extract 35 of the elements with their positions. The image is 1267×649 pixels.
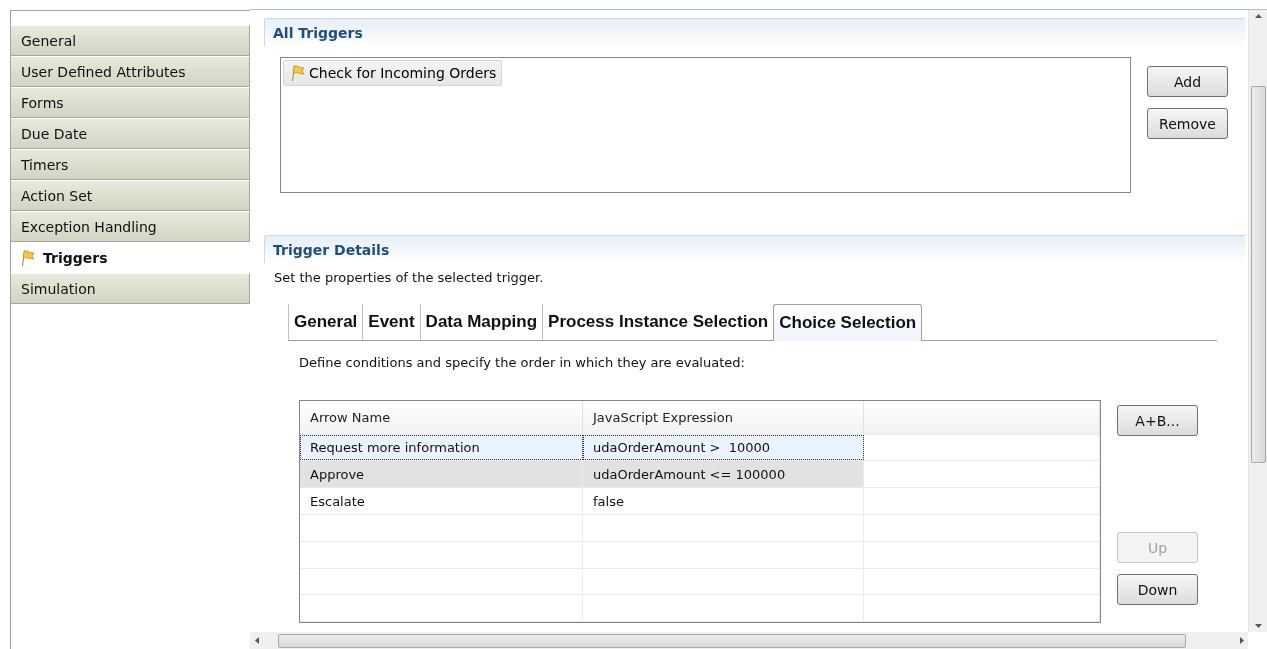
table-cell: udaOrderAmount <= 100000 <box>583 461 864 488</box>
scroll-left-icon[interactable] <box>252 636 262 645</box>
section-header: All Triggers <box>264 18 1245 46</box>
trigger-list-item[interactable]: Check for Incoming Orders <box>283 60 503 86</box>
table-cell: Request more information <box>300 434 583 461</box>
horizontal-scrollbar[interactable] <box>250 632 1248 649</box>
sidebar-item[interactable]: Action Set <box>11 180 250 211</box>
sidebar-item[interactable]: User Defined Attributes <box>11 56 250 87</box>
flag-icon <box>19 248 37 267</box>
action-button[interactable]: Add <box>1147 66 1228 97</box>
tab[interactable]: General <box>288 304 363 340</box>
sidebar-item[interactable]: Timers <box>11 149 250 180</box>
vertical-scrollbar[interactable] <box>1248 10 1267 632</box>
sidebar-item[interactable]: Forms <box>11 87 250 118</box>
action-button[interactable]: Down <box>1117 574 1198 605</box>
table-cell: udaOrderAmount > 10000 <box>583 434 864 461</box>
tab[interactable]: Data Mapping <box>419 304 543 340</box>
flag-icon <box>289 64 307 82</box>
scroll-up-icon[interactable] <box>1253 11 1263 21</box>
column-header: Arrow Name <box>300 401 583 434</box>
scrollbar-thumb[interactable] <box>1250 86 1266 463</box>
column-header: JavaScript Expression <box>583 401 864 434</box>
table-cell: Approve <box>300 461 583 488</box>
sidebar-item[interactable]: Due Date <box>11 118 250 149</box>
action-button[interactable]: Remove <box>1147 108 1228 139</box>
action-button[interactable]: A+B... <box>1117 405 1198 436</box>
sidebar-item[interactable]: General <box>11 25 250 56</box>
tab[interactable]: Event <box>362 304 420 340</box>
scrollbar-thumb[interactable] <box>278 633 1186 648</box>
description-text: Set the properties of the selected trigger. <box>273 269 545 285</box>
sidebar-item[interactable]: Exception Handling <box>11 211 250 242</box>
instruction-text: Define conditions and specify the order in which they are evaluated: <box>298 354 746 370</box>
tab[interactable]: Choice Selection <box>773 304 923 341</box>
sidebar-item[interactable]: Simulation <box>11 273 250 304</box>
section-header: Trigger Details <box>264 235 1245 263</box>
